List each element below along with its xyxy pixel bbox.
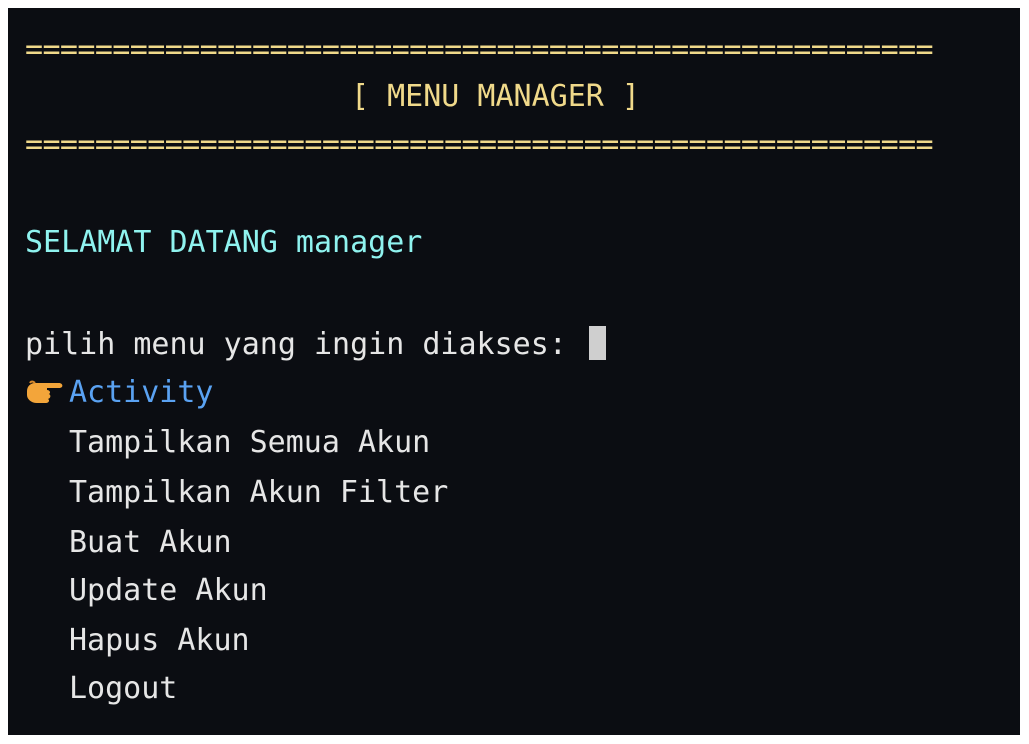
menu-item-logout[interactable]: Logout [69, 669, 177, 709]
menu-prompt-label: pilih menu yang ingin diakses: [25, 327, 567, 362]
menu-item-tampilkan-akun-filter[interactable]: Tampilkan Akun Filter [69, 473, 448, 513]
menu-item-update-akun[interactable]: Update Akun [69, 571, 268, 611]
menu-item-activity[interactable]: Activity [23, 373, 214, 413]
header-rule-top: ========================================… [25, 32, 934, 67]
menu-prompt[interactable]: pilih menu yang ingin diakses: [25, 325, 606, 365]
text-cursor [588, 326, 606, 360]
pointing-hand-icon [23, 375, 69, 409]
menu-item-buat-akun[interactable]: Buat Akun [69, 523, 232, 563]
menu-item-tampilkan-semua-akun[interactable]: Tampilkan Semua Akun [69, 423, 430, 463]
welcome-message: SELAMAT DATANG manager [25, 225, 423, 260]
terminal-window: ========================================… [8, 8, 1020, 735]
menu-item-hapus-akun[interactable]: Hapus Akun [69, 621, 250, 661]
menu-title: [ MENU MANAGER ] [351, 79, 640, 114]
header-rule-bottom: ========================================… [25, 127, 934, 162]
menu-item-label: Activity [69, 375, 214, 410]
